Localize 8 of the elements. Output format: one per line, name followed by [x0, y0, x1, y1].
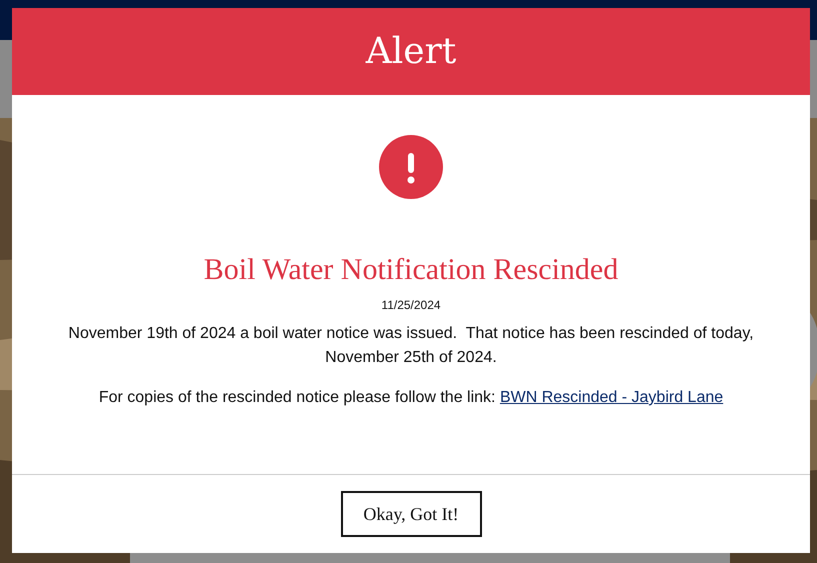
notice-paragraph: November 19th of 2024 a boil water notice was issued. That notice has been rescinded of today, November 25th of 2024.	[67, 324, 755, 368]
okay-button[interactable]: Okay, Got It!	[340, 491, 482, 537]
notice-heading: Boil Water Notification Rescinded	[204, 253, 618, 286]
notice-paragraph: For copies of the rescinded notice please follow the link: BWN Rescinded - Jaybird Lane	[98, 388, 724, 408]
notice-link[interactable]: BWN Rescinded - Jaybird Lane	[500, 389, 724, 406]
exclamation-icon	[379, 135, 443, 199]
notice-date: 11/25/2024	[381, 297, 441, 314]
dialog-title: Alert	[366, 30, 456, 74]
